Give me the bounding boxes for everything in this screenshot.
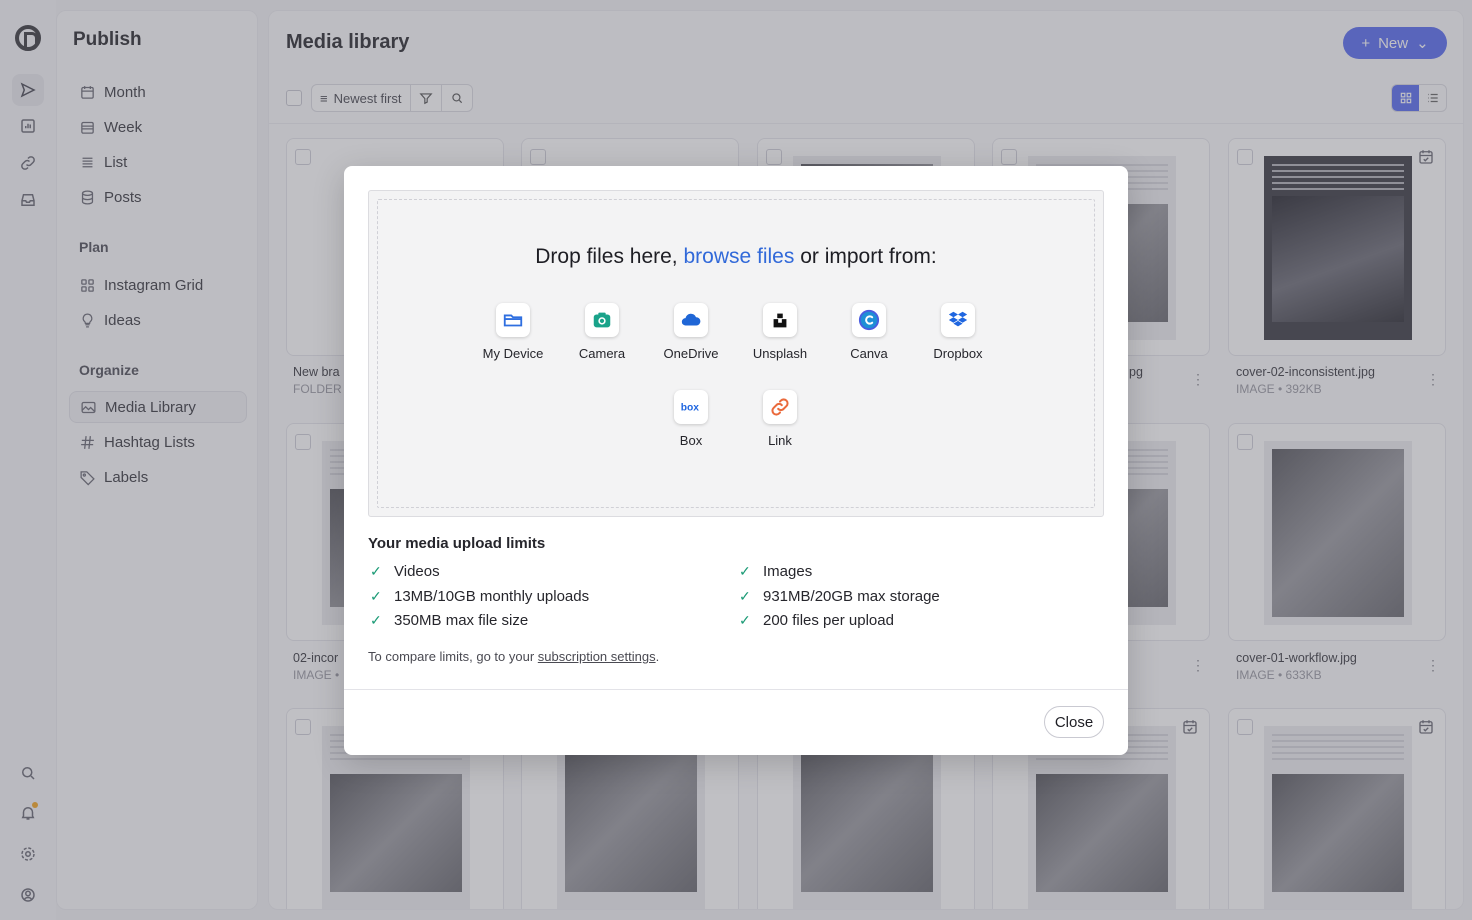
onedrive-icon	[681, 313, 701, 326]
svg-text:box: box	[681, 403, 700, 414]
check-icon: ✓	[370, 612, 382, 628]
check-icon: ✓	[370, 563, 382, 579]
upload-limits-title: Your media upload limits	[368, 535, 546, 552]
source-camera[interactable]: Camera	[557, 303, 647, 361]
source-label: My Device	[482, 346, 544, 361]
source-box[interactable]: box Box	[646, 390, 736, 448]
source-my-device[interactable]: My Device	[468, 303, 558, 361]
limit-item: ✓ Videos	[370, 563, 440, 580]
camera-icon	[593, 312, 611, 328]
link-icon	[771, 398, 789, 416]
source-dropbox[interactable]: Dropbox	[913, 303, 1003, 361]
drop-text-prefix: Drop files here,	[535, 245, 684, 268]
source-label: Unsplash	[752, 346, 808, 361]
check-icon: ✓	[739, 563, 751, 579]
source-onedrive[interactable]: OneDrive	[646, 303, 736, 361]
source-label: Camera	[578, 346, 626, 361]
source-label: Canva	[850, 346, 888, 361]
drop-zone-title: Drop files here, browse files or import …	[369, 245, 1103, 269]
compare-suffix: .	[655, 649, 660, 664]
limit-text: Images	[763, 563, 813, 580]
limit-text: 200 files per upload	[763, 612, 894, 629]
compare-prefix: To compare limits, go to your	[368, 649, 538, 664]
source-canva[interactable]: Canva	[824, 303, 914, 361]
source-link[interactable]: Link	[735, 390, 825, 448]
check-icon: ✓	[739, 588, 751, 604]
limit-item: ✓ 200 files per upload	[739, 612, 894, 629]
source-label: Dropbox	[933, 346, 983, 361]
modal-footer-divider	[344, 689, 1128, 690]
limit-item: ✓ 931MB/20GB max storage	[739, 588, 940, 605]
upload-modal: Drop files here, browse files or import …	[344, 166, 1128, 755]
limit-text: 931MB/20GB max storage	[763, 588, 940, 605]
limit-text: 350MB max file size	[394, 612, 529, 629]
canva-icon	[858, 309, 880, 331]
box-icon: box	[681, 403, 700, 414]
source-label: Link	[768, 433, 792, 448]
folder-icon	[503, 314, 523, 327]
subscription-settings-link[interactable]: subscription settings	[538, 649, 656, 664]
unsplash-icon	[773, 313, 787, 328]
close-button[interactable]: Close	[1044, 706, 1104, 738]
compare-limits-text: To compare limits, go to your subscripti…	[368, 649, 659, 664]
check-icon: ✓	[739, 612, 751, 628]
source-label: Box	[679, 433, 703, 448]
limit-text: Videos	[394, 563, 440, 580]
limit-item: ✓ Images	[739, 563, 812, 580]
check-icon: ✓	[370, 588, 382, 604]
drop-text-suffix: or import from:	[794, 245, 937, 268]
source-label: OneDrive	[663, 346, 719, 361]
dropbox-icon	[948, 311, 968, 327]
limit-item: ✓ 13MB/10GB monthly uploads	[370, 588, 589, 605]
source-unsplash[interactable]: Unsplash	[735, 303, 825, 361]
limit-item: ✓ 350MB max file size	[370, 612, 528, 629]
browse-files-link[interactable]: browse files	[683, 245, 794, 268]
drop-zone[interactable]: Drop files here, browse files or import …	[368, 190, 1104, 517]
limit-text: 13MB/10GB monthly uploads	[394, 588, 590, 605]
